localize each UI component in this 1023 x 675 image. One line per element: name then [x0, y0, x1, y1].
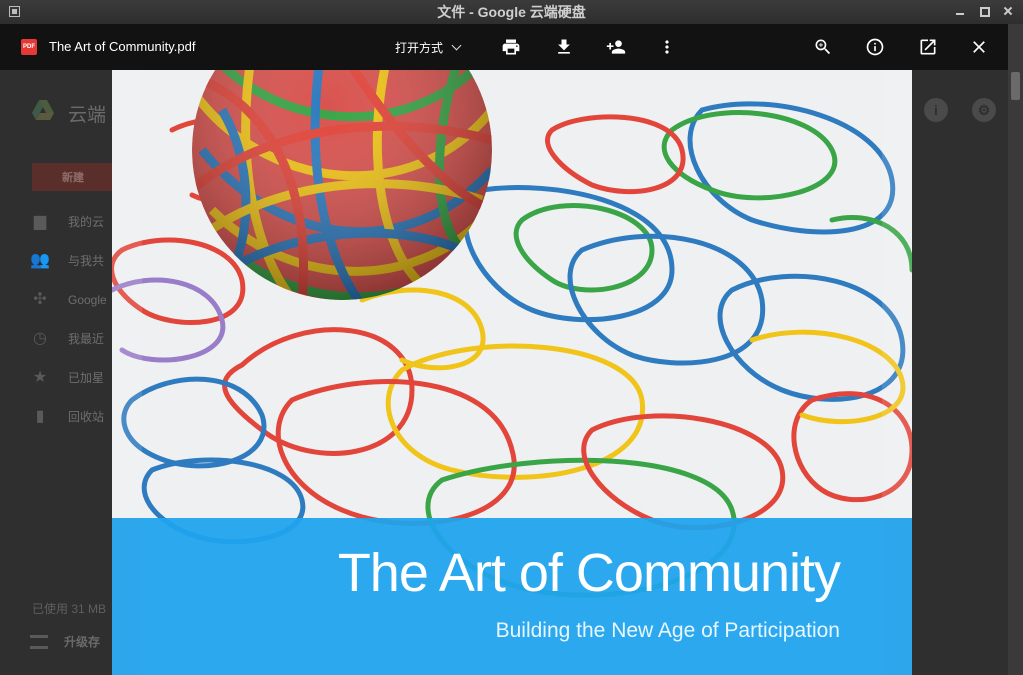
maximize-icon[interactable] [977, 4, 991, 18]
nav-item-starred[interactable]: ★ 已加星 [0, 358, 112, 397]
window-titlebar: 文件 - Google 云端硬盘 [0, 0, 1023, 24]
nav-item-label: 已加星 [68, 371, 105, 385]
photos-icon: ✣ [33, 290, 47, 308]
folder-icon: ▆ [33, 212, 47, 230]
nav-item-label: Google [68, 292, 107, 307]
window-menu-icon[interactable] [9, 6, 20, 17]
print-icon [502, 39, 520, 55]
open-with-dropdown[interactable]: 打开方式 [395, 39, 462, 56]
download-button[interactable] [552, 35, 576, 59]
print-button[interactable] [499, 35, 523, 59]
info-icon [866, 38, 884, 56]
nav-item-recent[interactable]: ◷ 我最近 [0, 319, 112, 358]
zoom-in-icon [815, 39, 831, 55]
star-icon: ★ [32, 368, 48, 386]
file-name: The Art of Community.pdf [49, 39, 196, 54]
open-in-new-icon [920, 39, 936, 55]
trash-icon: ▮ [35, 407, 45, 425]
new-button[interactable]: 新建 [32, 163, 114, 191]
nav-item-google-photos[interactable]: ✣ Google [0, 280, 112, 319]
nav-item-trash[interactable]: ▮ 回收站 [0, 397, 112, 436]
window-close-icon[interactable] [1001, 4, 1015, 18]
drive-brand: 云端 [68, 105, 107, 126]
nav-item-label: 回收站 [68, 410, 105, 424]
drive-logo-icon [32, 100, 54, 120]
cover-subtitle: Building the New Age of Participation [495, 619, 840, 642]
add-people-button[interactable] [604, 35, 628, 59]
nav-item-label: 我的云 [68, 215, 105, 229]
info-icon[interactable]: i [924, 98, 948, 122]
open-with-label: 打开方式 [395, 41, 444, 55]
window-controls [953, 4, 1015, 18]
person-add-icon [606, 40, 626, 54]
nav-item-label: 与我共 [68, 254, 105, 268]
window-title: 文件 - Google 云端硬盘 [437, 4, 586, 20]
nav-item-label: 我最近 [68, 332, 105, 346]
storage-usage: 已使用 31 MB [32, 602, 107, 616]
minimize-icon[interactable] [953, 4, 967, 18]
scrollbar-thumb[interactable] [1011, 72, 1020, 100]
page-scrollbar[interactable] [1008, 24, 1023, 675]
storage-icon [30, 634, 48, 649]
open-in-new-window-button[interactable] [916, 35, 940, 59]
drive-nav: ▆ 我的云 👥 与我共 ✣ Google ◷ 我最近 ★ 已加星 ▮ 回收站 [0, 202, 112, 436]
nav-item-my-drive[interactable]: ▆ 我的云 [0, 202, 112, 241]
nav-item-shared[interactable]: 👥 与我共 [0, 241, 112, 280]
zoom-in-button[interactable] [811, 35, 835, 59]
pdf-file-icon: PDF [21, 39, 37, 55]
upgrade-storage-link[interactable]: 升级存 [30, 633, 100, 650]
more-vert-icon [665, 40, 669, 54]
chevron-down-icon [451, 40, 462, 51]
close-viewer-button[interactable] [967, 35, 991, 59]
drive-header-icons: i ⚙ [924, 98, 996, 122]
close-icon [973, 41, 985, 53]
viewer-toolbar: PDF The Art of Community.pdf 打开方式 [0, 24, 1008, 70]
upgrade-label: 升级存 [64, 635, 101, 649]
details-button[interactable] [863, 35, 887, 59]
more-options-button[interactable] [655, 35, 679, 59]
clock-icon: ◷ [33, 329, 47, 347]
cover-title: The Art of Community [337, 543, 841, 603]
people-icon: 👥 [30, 251, 50, 269]
pdf-page: The Art of Community Building the New Ag… [112, 70, 912, 675]
download-icon [558, 39, 570, 54]
settings-gear-icon[interactable]: ⚙ [972, 98, 996, 122]
